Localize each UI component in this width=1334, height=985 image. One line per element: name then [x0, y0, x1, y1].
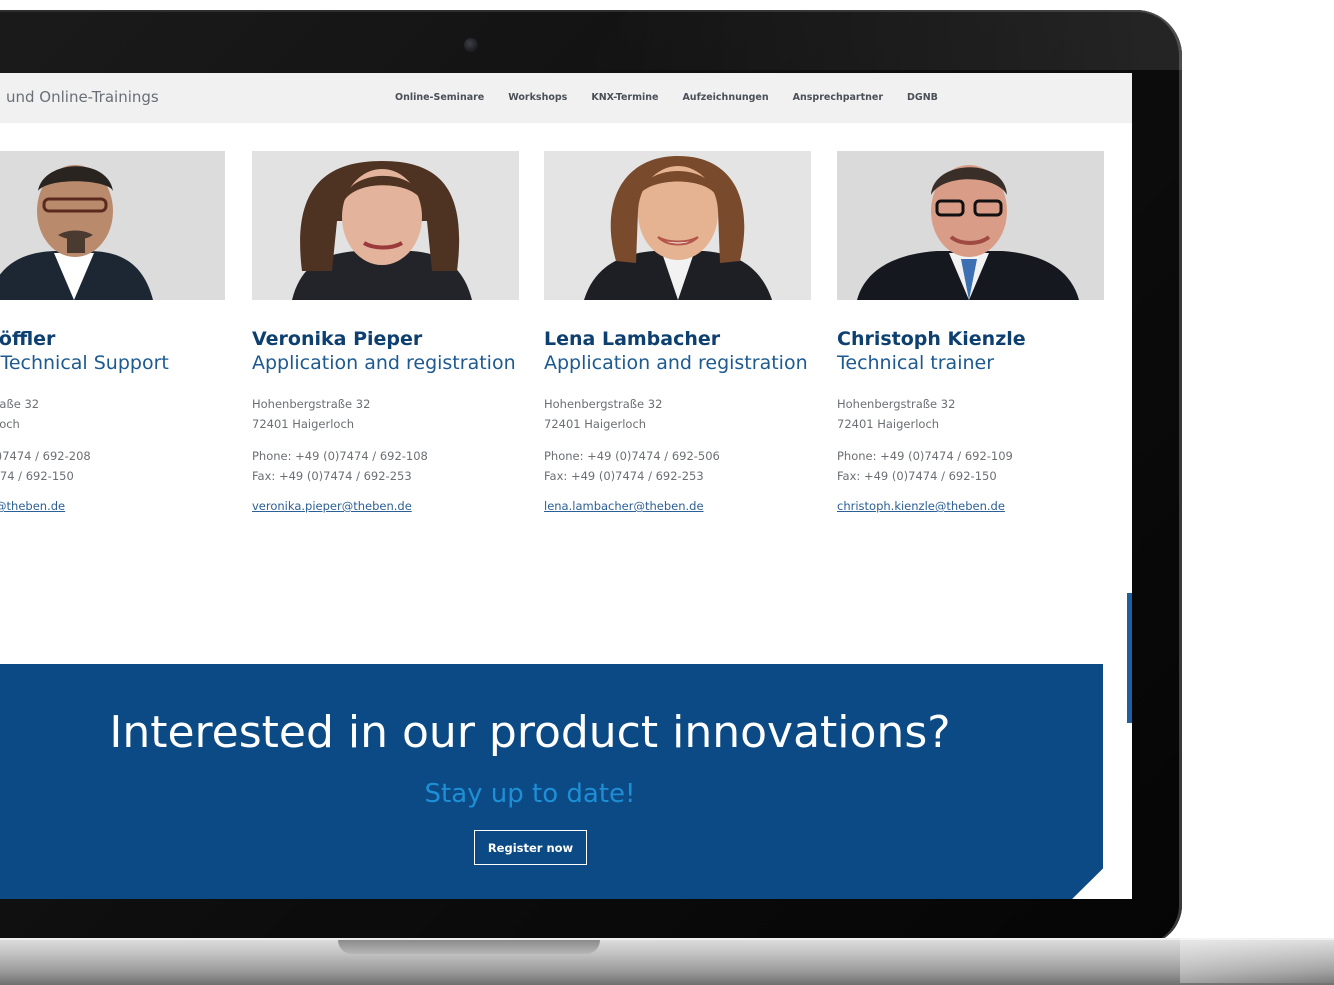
contact-fax: Fax: +49 (0)7474 / 692-150 — [837, 469, 997, 483]
contact-phone: Phone: +49 (0)7474 / 692-506 — [544, 449, 720, 463]
nav-knx-termine[interactable]: KNX-Termine — [591, 92, 658, 103]
nav-workshops[interactable]: Workshops — [508, 92, 567, 103]
contact-phone: Phone: +49 (0)7474 / 692-109 — [837, 449, 1013, 463]
contact-phone-block: Phone: +49 (0)7474 / 692-506 Fax: +49 (0… — [544, 446, 811, 486]
contact-name: Veronika Pieper — [252, 328, 423, 350]
laptop-lid-glare — [580, 10, 1182, 70]
contact-street: Hohenbergstraße 32 — [252, 397, 371, 411]
contact-card: Christoph Kienzle Technical trainer Hohe… — [837, 151, 1104, 514]
contact-photo — [544, 151, 811, 300]
contact-address: bergstraße 32 Haigerloch — [0, 394, 225, 434]
contact-city: 72401 Haigerloch — [837, 417, 940, 431]
contact-photo — [252, 151, 519, 300]
contact-address: Hohenbergstraße 32 72401 Haigerloch — [544, 394, 811, 434]
laptop-screen: und Online-Trainings Online-Seminare Wor… — [0, 73, 1132, 899]
laptop-base — [0, 938, 1334, 985]
scroll-accent — [1127, 593, 1132, 723]
contact-name: Christoph Kienzle — [837, 328, 1026, 350]
contact-photo — [0, 151, 225, 300]
nav-ansprechpartner[interactable]: Ansprechpartner — [793, 92, 883, 103]
contact-photo — [837, 151, 1104, 300]
contact-email-link[interactable]: veronika.pieper@theben.de — [252, 499, 412, 513]
banner-title: Interested in our product innovations? — [109, 707, 951, 758]
laptop-base-notch — [338, 940, 600, 954]
site-title: und Online-Trainings — [6, 88, 159, 106]
contact-phone: Phone: +49 (0)7474 / 692-108 — [252, 449, 428, 463]
contact-address: Hohenbergstraße 32 72401 Haigerloch — [252, 394, 519, 434]
contact-email-link[interactable]: oeffler@theben.de — [0, 499, 65, 513]
contact-name: Lena Lambacher — [544, 328, 721, 350]
site-header: und Online-Trainings Online-Seminare Wor… — [0, 73, 1132, 123]
nav-aufzeichnungen[interactable]: Aufzeichnungen — [682, 92, 768, 103]
contact-street: Hohenbergstraße 32 — [837, 397, 956, 411]
contact-address: Hohenbergstraße 32 72401 Haigerloch — [837, 394, 1104, 434]
contact-phone-block: Phone: +49 (0)7474 / 692-108 Fax: +49 (0… — [252, 446, 519, 486]
nav-dgnb[interactable]: DGNB — [907, 92, 938, 103]
contact-role: Application and registration — [252, 352, 516, 374]
banner-subtitle: Stay up to date! — [424, 779, 636, 809]
contact-street: bergstraße 32 — [0, 397, 40, 411]
main-nav: Online-Seminare Workshops KNX-Termine Au… — [395, 92, 962, 103]
contact-fax: Fax: +49 (0)7474 / 692-253 — [252, 469, 412, 483]
contact-card: Lena Lambacher Application and registrat… — [544, 151, 811, 514]
webcam — [464, 38, 478, 52]
contact-fax: 9 (0)7474 / 692-150 — [0, 469, 74, 483]
register-now-button[interactable]: Register now — [474, 830, 587, 865]
nav-online-seminare[interactable]: Online-Seminare — [395, 92, 484, 103]
contact-email-link[interactable]: lena.lambacher@theben.de — [544, 499, 704, 513]
contact-phone-block: +49 (0)7474 / 692-208 9 (0)7474 / 692-15… — [0, 446, 225, 486]
contact-city: Haigerloch — [0, 417, 20, 431]
contact-phone-block: Phone: +49 (0)7474 / 692-109 Fax: +49 (0… — [837, 446, 1104, 486]
contact-card: Veronika Pieper Application and registra… — [252, 151, 519, 514]
contact-name: ar Löffler — [0, 328, 56, 350]
laptop-base-highlight — [1180, 938, 1334, 983]
contact-phone: +49 (0)7474 / 692-208 — [0, 449, 91, 463]
contact-city: 72401 Haigerloch — [544, 417, 647, 431]
contact-fax: Fax: +49 (0)7474 / 692-253 — [544, 469, 704, 483]
contact-role: Application and registration — [544, 352, 808, 374]
contact-street: Hohenbergstraße 32 — [544, 397, 663, 411]
contact-card: ar Löffler d of Technical Support bergst… — [0, 151, 225, 514]
contact-email-link[interactable]: christoph.kienzle@theben.de — [837, 499, 1005, 513]
contact-role: Technical trainer — [837, 352, 995, 374]
contact-city: 72401 Haigerloch — [252, 417, 355, 431]
contact-role: d of Technical Support — [0, 352, 169, 374]
